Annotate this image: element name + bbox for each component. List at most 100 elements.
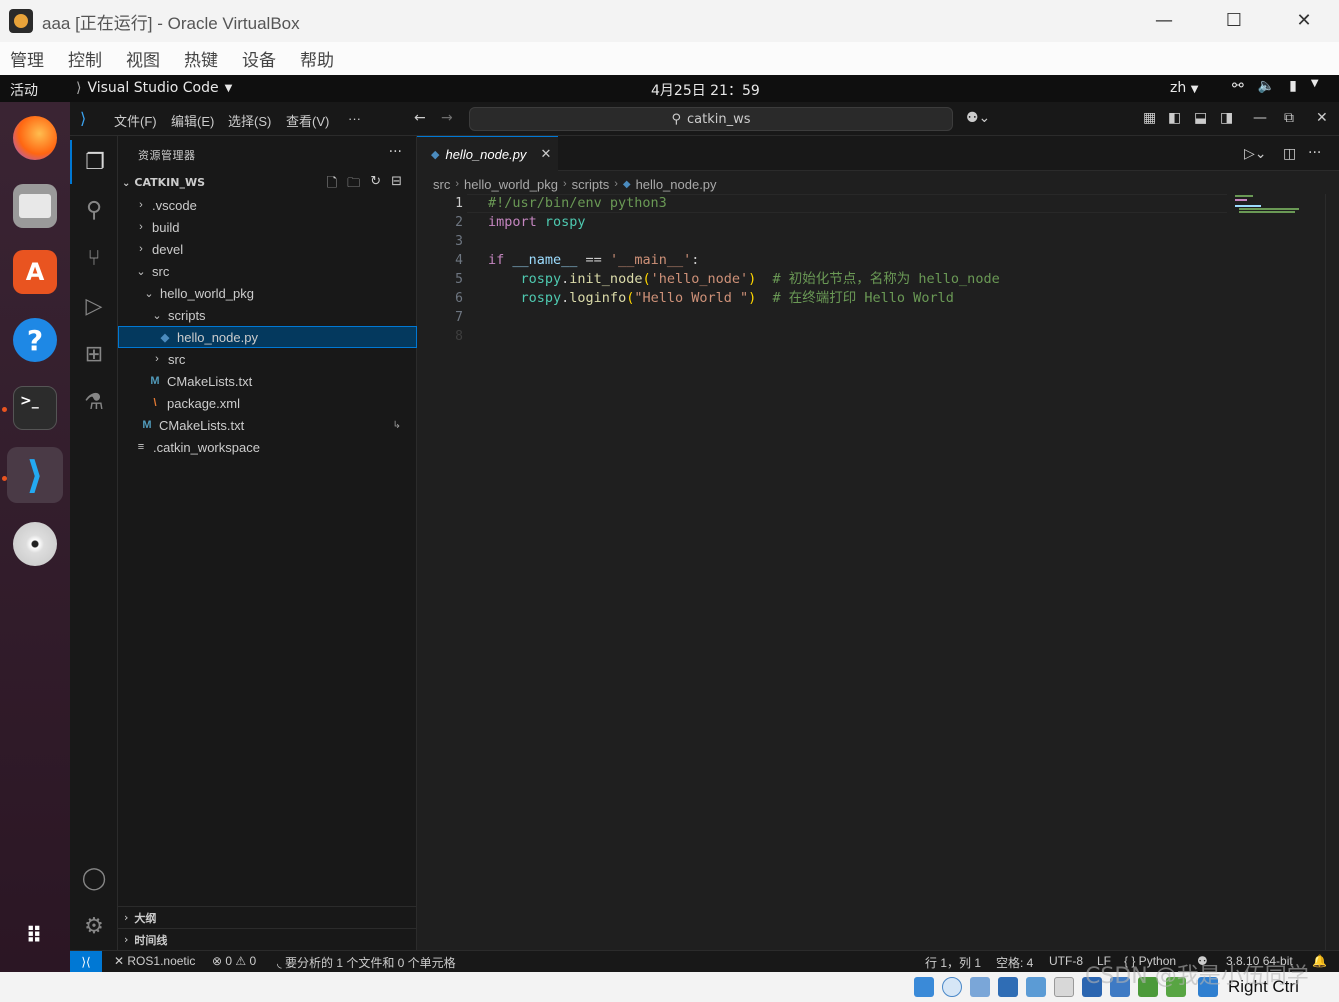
window-minimize-icon[interactable]: —: [1253, 110, 1267, 126]
code-editor[interactable]: #!/usr/bin/env python3 import rospy if _…: [488, 194, 1000, 346]
minimap[interactable]: [1235, 194, 1325, 218]
menu-more[interactable]: ···: [348, 111, 361, 126]
collapse-all-icon[interactable]: ⊟: [391, 174, 402, 196]
extensions-icon[interactable]: ⊞: [70, 332, 118, 376]
dock-app-center[interactable]: A: [7, 244, 63, 300]
audio-icon[interactable]: [970, 977, 990, 997]
tree-actions: 🗋 🗀 ↻ ⊟: [327, 174, 402, 196]
ros-status-label: ROS1.noetic: [127, 954, 196, 968]
menu-control[interactable]: 控制: [68, 46, 102, 71]
explorer-icon[interactable]: ❐: [70, 140, 118, 184]
customize-layout-icon[interactable]: ▦: [1143, 110, 1156, 126]
menu-hotkey[interactable]: 热键: [184, 46, 218, 71]
code-token: import: [488, 214, 537, 230]
tree-item-label: src: [152, 263, 170, 279]
remote-indicator-icon[interactable]: ⟩⟨: [70, 951, 102, 972]
toggle-panel-icon[interactable]: ⬓: [1194, 110, 1207, 126]
source-control-icon[interactable]: ⑂: [70, 236, 118, 280]
menu-edit[interactable]: 编辑(E): [171, 111, 214, 130]
analysis-status[interactable]: ◟ 要分析的 1 个文件和 0 个单元格: [277, 954, 456, 971]
refresh-icon[interactable]: ↻: [370, 174, 381, 196]
maximize-button[interactable]: ☐: [1214, 6, 1254, 34]
minimap-line: [1235, 195, 1253, 197]
tab-hello-node[interactable]: ◆ hello_node.py ✕: [417, 136, 558, 171]
timeline-section[interactable]: › 时间线: [118, 928, 417, 950]
tree-item[interactable]: › .vscode: [118, 194, 417, 216]
tree-item[interactable]: ≡ .catkin_workspace: [118, 436, 417, 458]
app-menu[interactable]: ⟩ Visual Studio Code ▼: [76, 80, 232, 96]
ros-status[interactable]: ✕ ROS1.noetic: [114, 954, 195, 968]
activities-button[interactable]: 活动: [10, 80, 38, 100]
dock-disc[interactable]: [7, 516, 63, 572]
dock-firefox[interactable]: [7, 110, 63, 166]
clock[interactable]: 4月25日 21：59: [651, 80, 760, 100]
input-method[interactable]: zh ▼: [1170, 80, 1198, 96]
copilot-icon[interactable]: ⚉⌄: [966, 110, 990, 126]
dock-terminal[interactable]: >_: [7, 380, 63, 436]
window-close-icon[interactable]: ✕: [1316, 110, 1328, 126]
breadcrumb-item[interactable]: src: [433, 177, 450, 192]
dock-files[interactable]: [7, 178, 63, 234]
breadcrumb-item[interactable]: hello_world_pkg: [464, 177, 558, 192]
menu-view[interactable]: 查看(V): [286, 111, 329, 130]
dock-vscode[interactable]: ⟩: [7, 447, 63, 503]
close-button[interactable]: ✕: [1284, 6, 1324, 34]
menu-devices[interactable]: 设备: [242, 46, 276, 71]
menu-view[interactable]: 视图: [126, 46, 160, 71]
tree-item[interactable]: ⌄ src: [118, 260, 417, 282]
tree-item-selected[interactable]: ◆ hello_node.py: [118, 326, 417, 348]
split-editor-icon[interactable]: ◫: [1283, 146, 1296, 162]
forward-arrow-icon[interactable]: →: [441, 110, 453, 126]
breadcrumb-item[interactable]: hello_node.py: [636, 177, 717, 192]
window-restore-icon[interactable]: ⧉: [1284, 110, 1294, 126]
dock-help[interactable]: ?: [7, 312, 63, 368]
explorer-header: 资源管理器: [138, 149, 196, 162]
tree-item[interactable]: \ package.xml: [118, 392, 417, 414]
cmake-file-icon: M: [142, 419, 152, 431]
editor-more-icon[interactable]: ···: [1308, 145, 1321, 161]
minimize-button[interactable]: —: [1144, 6, 1184, 34]
new-file-icon[interactable]: 🗋: [327, 174, 337, 196]
problems-status[interactable]: ⊗ 0 ⚠ 0: [212, 954, 256, 968]
tree-item[interactable]: M CMakeLists.txt: [118, 370, 417, 392]
outline-section[interactable]: › 大纲: [118, 906, 417, 928]
menu-manage[interactable]: 管理: [10, 46, 44, 71]
explorer-more-button[interactable]: ···: [389, 144, 402, 160]
network-adapter-icon[interactable]: [998, 977, 1018, 997]
back-arrow-icon[interactable]: ←: [414, 110, 426, 126]
line-number: 3: [455, 234, 463, 249]
system-tray[interactable]: ⚯ 🔈 ▮ ▼: [1232, 78, 1319, 94]
hard-disk-icon[interactable]: [914, 977, 934, 997]
menu-selection[interactable]: 选择(S): [228, 111, 271, 130]
tab-close-icon[interactable]: ✕: [540, 146, 551, 162]
tree-item[interactable]: ⌄ hello_world_pkg: [118, 282, 417, 304]
notifications-bell-icon[interactable]: 🔔: [1312, 954, 1327, 968]
command-center-search[interactable]: ⚲ catkin_ws: [469, 107, 953, 131]
usb-icon[interactable]: [1026, 977, 1046, 997]
encoding[interactable]: UTF-8: [1049, 954, 1083, 968]
toggle-sidebar-icon[interactable]: ◧: [1168, 110, 1181, 126]
optical-drive-icon[interactable]: [942, 977, 962, 997]
tree-item[interactable]: › build: [118, 216, 417, 238]
accounts-icon[interactable]: ◯: [70, 856, 118, 900]
settings-gear-icon[interactable]: ⚙: [70, 904, 118, 948]
workspace-title[interactable]: ⌄ CATKIN_WS: [122, 176, 205, 189]
tree-item[interactable]: M CMakeLists.txt ↳: [118, 414, 417, 436]
tree-item[interactable]: › src: [118, 348, 417, 370]
menu-file[interactable]: 文件(F): [114, 111, 157, 130]
dock-show-apps[interactable]: ⠿: [7, 908, 63, 964]
breadcrumb-item[interactable]: scripts: [572, 177, 610, 192]
testing-icon[interactable]: ⚗: [70, 380, 118, 424]
vertical-scrollbar[interactable]: [1325, 194, 1339, 950]
run-debug-icon[interactable]: ▷: [70, 284, 118, 328]
run-python-icon[interactable]: ▷⌄: [1244, 146, 1267, 162]
menu-help[interactable]: 帮助: [300, 46, 334, 71]
tree-item[interactable]: ⌄ scripts: [118, 304, 417, 326]
new-folder-icon[interactable]: 🗀: [347, 174, 360, 196]
tree-item[interactable]: › devel: [118, 238, 417, 260]
search-icon[interactable]: ⚲: [70, 188, 118, 232]
shared-folders-icon[interactable]: [1054, 977, 1074, 997]
toggle-secondary-sidebar-icon[interactable]: ◨: [1220, 110, 1233, 126]
indentation[interactable]: 空格: 4: [996, 954, 1033, 971]
cursor-position[interactable]: 行 1，列 1: [925, 954, 981, 971]
